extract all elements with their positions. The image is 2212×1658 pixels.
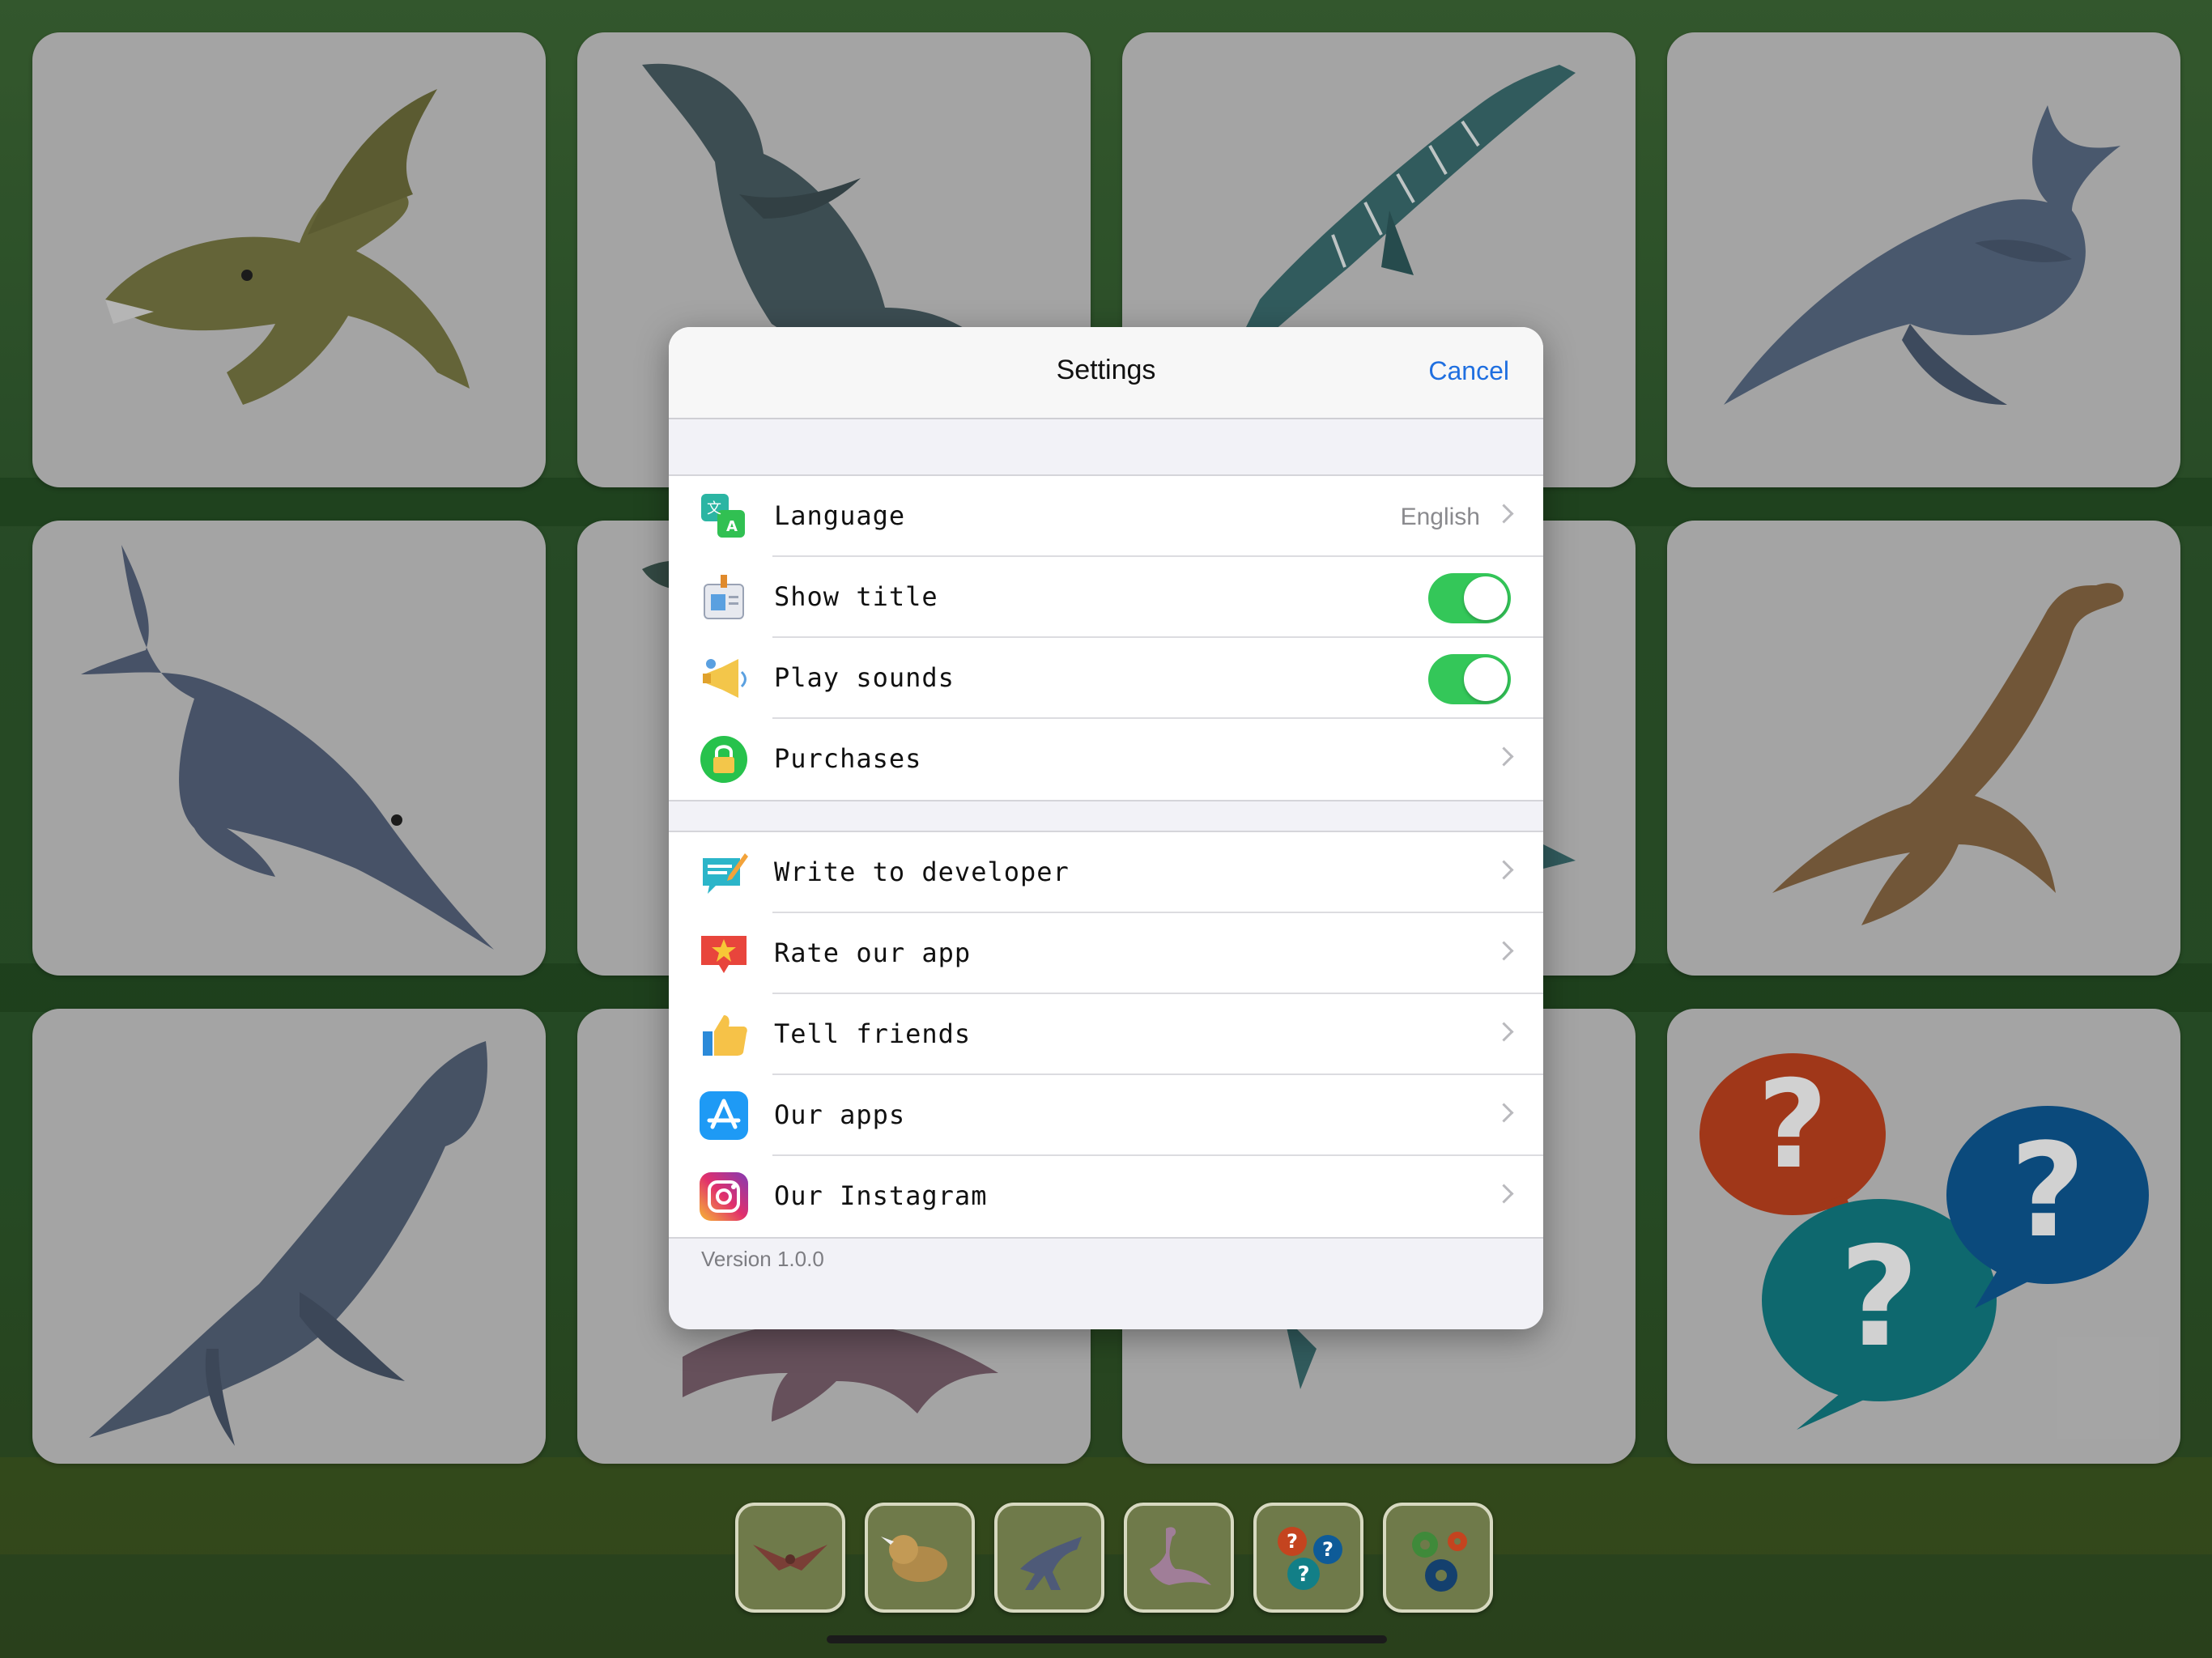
quiz-icon: ? ? ?: [1278, 1527, 1342, 1590]
chevron-right-icon: [1494, 746, 1514, 767]
svg-text:?: ?: [1297, 1562, 1309, 1587]
svg-text:?: ?: [1322, 1538, 1334, 1561]
settings-header: Settings Cancel: [669, 327, 1543, 419]
sea-reptile-category-icon: [1150, 1527, 1211, 1585]
tell-friends-row[interactable]: Tell friends: [669, 994, 1543, 1075]
language-label: Language: [774, 500, 906, 531]
play-sounds-label: Play sounds: [774, 662, 955, 693]
show-title-row: Show title: [669, 557, 1543, 638]
settings-group-preferences: 文 A Language English Show title Play sou…: [669, 474, 1543, 801]
version-text: Version 1.0.0: [701, 1247, 824, 1271]
toggle-knob: [1464, 576, 1508, 620]
settings-title: Settings: [1056, 355, 1156, 385]
our-apps-row[interactable]: Our apps: [669, 1075, 1543, 1156]
chevron-right-icon: [1494, 1184, 1514, 1204]
settings-button[interactable]: [1383, 1503, 1493, 1613]
language-row[interactable]: 文 A Language English: [669, 476, 1543, 557]
raptor-category-button[interactable]: [994, 1503, 1104, 1613]
our-instagram-row[interactable]: Our Instagram: [669, 1156, 1543, 1237]
purchases-label: Purchases: [774, 743, 922, 774]
megaphone-icon: [703, 659, 747, 698]
svg-text:?: ?: [1287, 1530, 1298, 1553]
write-to-developer-label: Write to developer: [774, 857, 1070, 887]
play-sounds-toggle[interactable]: [1428, 654, 1511, 704]
svg-text:文: 文: [707, 500, 721, 517]
chevron-right-icon: [1494, 860, 1514, 880]
sea-reptile-category-button[interactable]: [1124, 1503, 1234, 1613]
pterosaur-category-icon: [753, 1545, 827, 1571]
translate-icon: 文 A: [701, 494, 745, 538]
play-sounds-row: Play sounds: [669, 638, 1543, 719]
pterosaur-category-button[interactable]: [735, 1503, 845, 1613]
our-apps-label: Our apps: [774, 1099, 906, 1130]
purchases-row[interactable]: Purchases: [669, 719, 1543, 800]
id-badge-icon: [704, 575, 744, 619]
chevron-right-icon: [1494, 1103, 1514, 1123]
raptor-category-icon: [1020, 1537, 1082, 1590]
rate-our-app-row[interactable]: Rate our app: [669, 913, 1543, 994]
star-badge-icon: [701, 936, 747, 973]
app-store-icon: [700, 1091, 748, 1140]
svg-text:A: A: [726, 518, 738, 535]
lock-icon: [700, 736, 747, 783]
instagram-icon: [700, 1172, 748, 1221]
show-title-label: Show title: [774, 581, 938, 612]
settings-gears-icon: [1412, 1532, 1467, 1592]
triceratops-category-icon: [881, 1535, 947, 1582]
chevron-right-icon: [1494, 504, 1514, 524]
home-indicator[interactable]: [827, 1635, 1387, 1643]
chevron-right-icon: [1494, 941, 1514, 961]
compose-icon: [703, 853, 748, 894]
quiz-button[interactable]: ? ? ?: [1253, 1503, 1363, 1613]
triceratops-category-button[interactable]: [865, 1503, 975, 1613]
our-instagram-label: Our Instagram: [774, 1180, 988, 1211]
toggle-knob: [1464, 657, 1508, 701]
cancel-button[interactable]: Cancel: [1428, 356, 1509, 386]
tell-friends-label: Tell friends: [774, 1018, 972, 1049]
write-to-developer-row[interactable]: Write to developer: [669, 832, 1543, 913]
settings-modal: Settings Cancel 文 A Language English Sho…: [669, 327, 1543, 1329]
show-title-toggle[interactable]: [1428, 573, 1511, 623]
chevron-right-icon: [1494, 1022, 1514, 1042]
rate-our-app-label: Rate our app: [774, 937, 972, 968]
settings-group-about: Write to developer Rate our app Tell fri…: [669, 831, 1543, 1239]
language-value: English: [1400, 504, 1480, 530]
thumbs-up-icon: [703, 1015, 747, 1056]
